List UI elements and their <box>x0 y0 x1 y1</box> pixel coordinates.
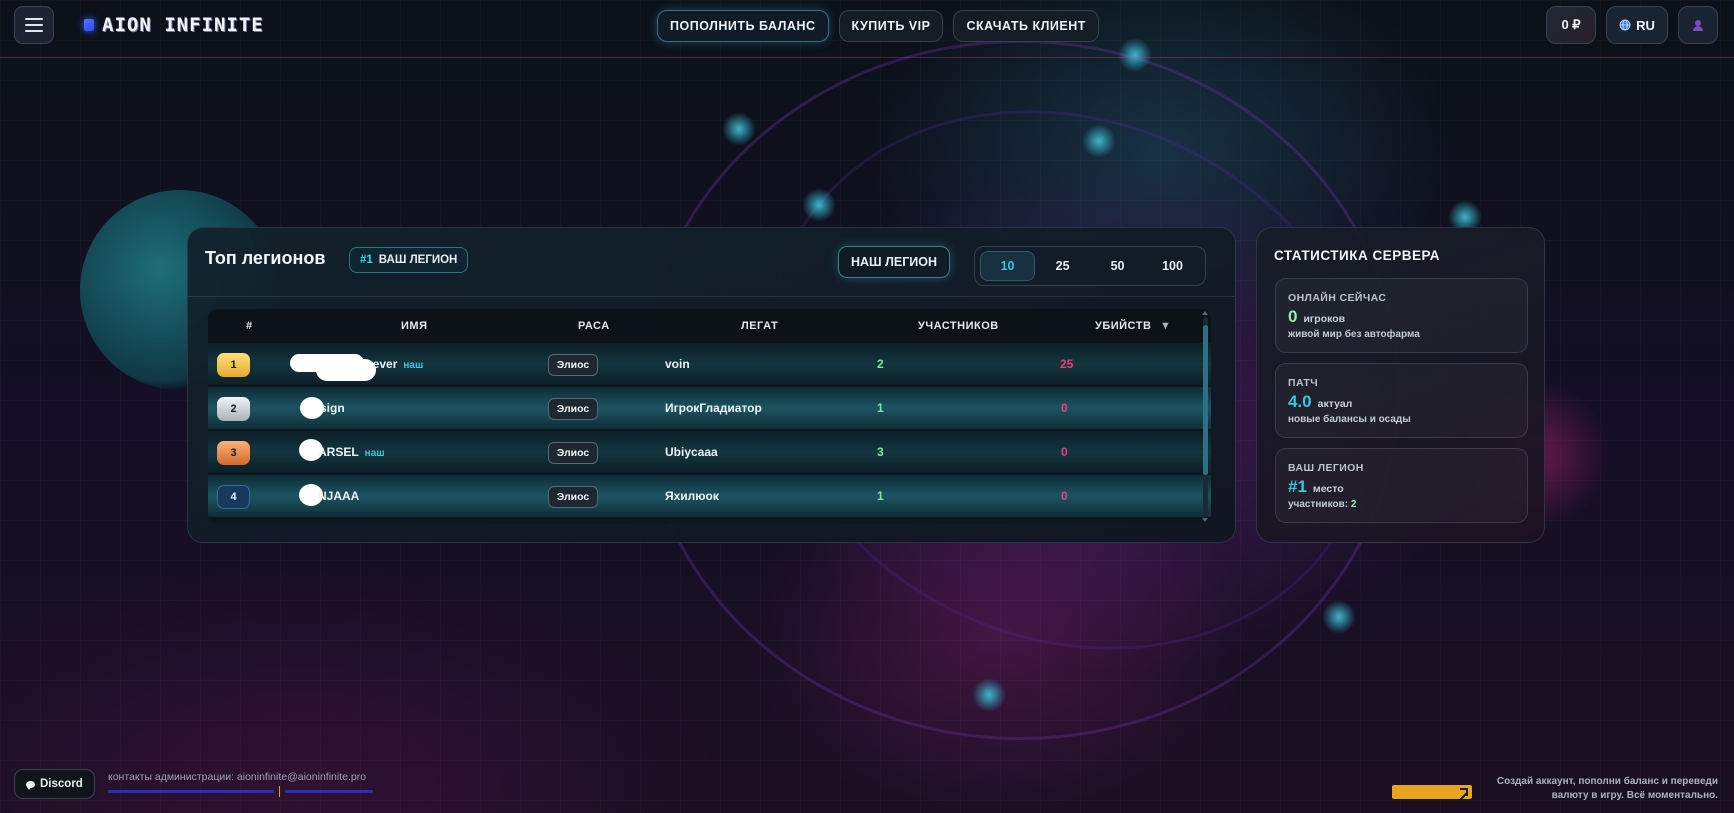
legion-name[interactable]: sign <box>320 401 345 415</box>
limit-option-50[interactable]: 50 <box>1090 251 1145 281</box>
members-count: 2 <box>877 357 884 371</box>
footer-link[interactable] <box>108 790 274 793</box>
race-badge: Элиос <box>548 354 598 376</box>
column-header-members[interactable]: УЧАСТНИКОВ <box>918 320 999 332</box>
your-legion-badge: #1 ВАШ ЛЕГИОН <box>349 247 469 273</box>
top-up-balance-button[interactable]: ПОПОЛНИТЬ БАЛАНС <box>657 10 829 42</box>
user-profile-button[interactable] <box>1678 6 1718 44</box>
rank-badge: 1 <box>217 353 250 377</box>
limit-option-100[interactable]: 100 <box>1145 251 1200 281</box>
our-legion-tag: наш <box>403 360 424 371</box>
table-row[interactable]: 4 NJAAA Элиос Яхилюок 1 0 <box>208 475 1211 517</box>
column-header-kills[interactable]: УБИЙСТВ ▼ <box>1095 320 1171 332</box>
legate-name: ИгрокГладиатор <box>665 401 762 415</box>
footer-link[interactable] <box>285 790 373 793</box>
race-badge: Элиос <box>548 442 598 464</box>
background-node <box>802 188 836 222</box>
hamburger-menu-button[interactable] <box>14 6 54 44</box>
limit-option-10[interactable]: 10 <box>980 251 1036 281</box>
table-row[interactable]: 1 rever наш Элиос voin 2 25 <box>208 343 1211 385</box>
footer-link-separator <box>279 786 280 797</box>
site-logo[interactable]: AION INFINITE <box>84 14 264 36</box>
logo-gem-icon <box>84 19 94 31</box>
background-node <box>722 112 756 146</box>
scroll-up-arrow-icon[interactable] <box>1202 311 1208 315</box>
column-header-legate[interactable]: ЛЕГАТ <box>741 320 778 332</box>
your-legion-label: ВАШ ЛЕГИОН <box>378 254 458 266</box>
sort-desc-icon: ▼ <box>1159 320 1172 332</box>
limit-selector: 10 25 50 100 <box>974 246 1206 286</box>
column-header-race[interactable]: РАСА <box>578 320 610 332</box>
table-row[interactable]: 3 ARSEL наш Элиос Ubiycaaa 3 0 <box>208 431 1211 473</box>
your-legion-rank: #1 <box>360 254 373 266</box>
members-count: 1 <box>877 401 884 415</box>
menu-icon <box>25 18 43 20</box>
legate-name: voin <box>665 357 690 371</box>
background-node <box>972 678 1006 712</box>
panel-title: Топ легионов <box>205 248 326 268</box>
legion-name[interactable]: rever наш <box>368 357 423 371</box>
kills-count: 0 <box>1061 489 1068 503</box>
table-scrollbar[interactable] <box>1203 317 1208 517</box>
admin-contacts: контакты администрации: aioninfinite@aio… <box>108 771 367 783</box>
legion-name[interactable]: NJAAA <box>318 489 359 503</box>
discord-button[interactable]: Discord <box>14 769 95 799</box>
main-nav: ПОПОЛНИТЬ БАЛАНС КУПИТЬ VIP СКАЧАТЬ КЛИЕ… <box>657 10 1099 42</box>
server-stats-panel: СТАТИСТИКА СЕРВЕРА ОНЛАЙН СЕЙЧАС 0 игрок… <box>1256 227 1545 543</box>
language-selector[interactable]: RU <box>1606 6 1668 44</box>
balance-button[interactable]: 0 ₽ <box>1546 6 1596 44</box>
our-legion-tag: наш <box>364 448 385 459</box>
divider <box>188 296 1235 297</box>
kills-count: 0 <box>1061 401 1068 415</box>
rank-badge: 4 <box>217 485 250 509</box>
scroll-down-arrow-icon[interactable] <box>1202 518 1208 522</box>
legions-table: # ИМЯ РАСА ЛЕГАТ УЧАСТНИКОВ УБИЙСТВ ▼ 1 … <box>208 309 1211 524</box>
top-header: AION INFINITE ПОПОЛНИТЬ БАЛАНС КУПИТЬ VI… <box>0 0 1734 58</box>
promo-text: Создай аккаунт, пополни баланс и перевед… <box>1496 776 1718 801</box>
table-header: # ИМЯ РАСА ЛЕГАТ УЧАСТНИКОВ УБИЙСТВ ▼ <box>208 309 1211 343</box>
top-legions-panel: Топ легионов #1 ВАШ ЛЕГИОН НАШ ЛЕГИОН 10… <box>187 227 1236 543</box>
globe-icon <box>1619 19 1631 31</box>
our-legion-button[interactable]: НАШ ЛЕГИОН <box>838 246 951 278</box>
your-legion-members: 2 <box>1350 499 1357 510</box>
members-count: 1 <box>877 489 884 503</box>
column-header-rank: # <box>246 320 253 332</box>
limit-option-25[interactable]: 25 <box>1035 251 1090 281</box>
race-badge: Элиос <box>548 398 598 420</box>
user-icon <box>1693 19 1703 31</box>
footer-links <box>108 786 373 797</box>
arrow-up-right-icon <box>1460 788 1468 796</box>
rank-badge: 3 <box>217 441 250 465</box>
stat-card-online: ОНЛАЙН СЕЙЧАС 0 игроков живой мир без ав… <box>1275 278 1528 353</box>
buy-vip-button[interactable]: КУПИТЬ VIP <box>838 10 944 42</box>
logo-text: AION INFINITE <box>102 14 264 36</box>
scrollbar-thumb[interactable] <box>1203 325 1208 475</box>
table-row[interactable]: 2 sign Элиос ИгрокГладиатор 1 0 <box>208 387 1211 429</box>
header-actions: 0 ₽ RU <box>1546 6 1718 44</box>
patch-version: 4.0 <box>1288 392 1312 411</box>
background-node <box>1322 600 1356 634</box>
stat-card-your-legion: ВАШ ЛЕГИОН #1 место участников: 2 <box>1275 448 1528 523</box>
legion-name[interactable]: ARSEL наш <box>318 445 385 459</box>
members-count: 3 <box>877 445 884 459</box>
online-count: 0 <box>1288 307 1298 326</box>
column-header-name[interactable]: ИМЯ <box>401 320 427 332</box>
stat-card-patch: ПАТЧ 4.0 актуал новые балансы и осады <box>1275 363 1528 438</box>
redaction-blob <box>316 359 376 381</box>
legate-name: Ubiycaaa <box>665 445 718 459</box>
kills-count: 0 <box>1061 445 1068 459</box>
language-label: RU <box>1636 17 1655 33</box>
background-node <box>1082 124 1116 158</box>
kills-count: 25 <box>1060 357 1074 371</box>
rank-badge: 2 <box>217 397 250 421</box>
legate-name: Яхилюок <box>665 489 719 503</box>
chat-bubble-icon <box>26 780 35 790</box>
promo-banner[interactable] <box>1392 785 1472 799</box>
download-client-button[interactable]: СКАЧАТЬ КЛИЕНТ <box>953 10 1099 42</box>
your-legion-place: #1 <box>1288 477 1307 496</box>
stats-title: СТАТИСТИКА СЕРВЕРА <box>1274 248 1441 263</box>
race-badge: Элиос <box>548 486 598 508</box>
